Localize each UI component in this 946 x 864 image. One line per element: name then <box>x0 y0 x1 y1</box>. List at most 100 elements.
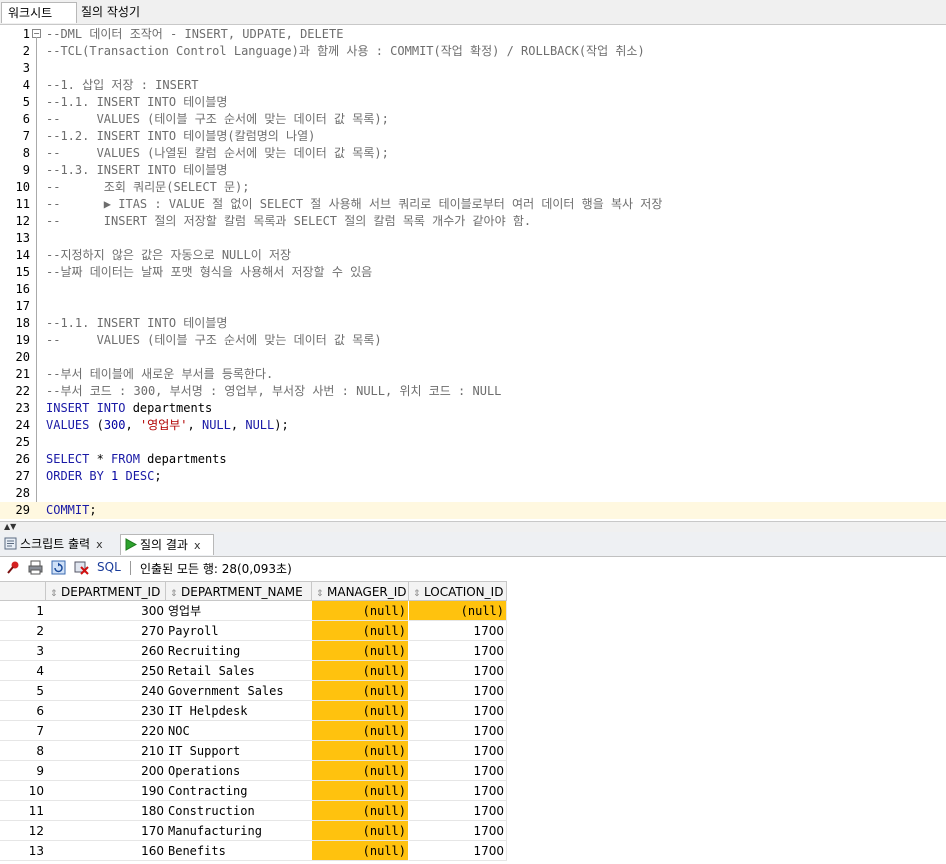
code-line[interactable]: 16 <box>0 281 946 298</box>
code-line[interactable]: 8 -- VALUES (나열된 칼럼 순서에 맞는 데이터 값 목록); <box>0 145 946 162</box>
cell-department-id[interactable]: 220 <box>46 721 166 741</box>
code-line[interactable]: 29 COMMIT; <box>0 502 946 519</box>
cell-department-name[interactable]: NOC <box>166 721 312 741</box>
code-line[interactable]: 18 --1.1. INSERT INTO 테이블명 <box>0 315 946 332</box>
tab-script-output[interactable]: 스크립트 출력 x <box>4 534 116 554</box>
cell-location-id[interactable]: 1700 <box>409 741 507 761</box>
code-line[interactable]: 15 --날짜 데이터는 날짜 포맷 형식을 사용해서 저장할 수 있음 <box>0 264 946 281</box>
cell-manager-id[interactable]: (null) <box>312 661 409 681</box>
cell-manager-id[interactable]: (null) <box>312 741 409 761</box>
cell-department-name[interactable]: Payroll <box>166 621 312 641</box>
code-line[interactable]: 28 <box>0 485 946 502</box>
cell-department-name[interactable]: Government Sales <box>166 681 312 701</box>
code-line[interactable]: 19 -- VALUES (테이블 구조 순서에 맞는 데이터 값 목록) <box>0 332 946 349</box>
cell-department-name[interactable]: 영업부 <box>166 601 312 621</box>
table-row[interactable]: 1 300 영업부 (null) (null) <box>0 601 946 621</box>
code-line[interactable]: 4 --1. 삽입 저장 : INSERT <box>0 77 946 94</box>
table-row[interactable]: 9 200 Operations (null) 1700 <box>0 761 946 781</box>
cell-manager-id[interactable]: (null) <box>312 681 409 701</box>
code-line[interactable]: 9 --1.3. INSERT INTO 테이블명 <box>0 162 946 179</box>
cell-manager-id[interactable]: (null) <box>312 781 409 801</box>
cell-department-name[interactable]: Construction <box>166 801 312 821</box>
column-header-manager-id[interactable]: ⇕ MANAGER_ID <box>312 581 409 601</box>
cell-manager-id[interactable]: (null) <box>312 841 409 861</box>
cell-department-id[interactable]: 250 <box>46 661 166 681</box>
cell-department-id[interactable]: 230 <box>46 701 166 721</box>
table-row[interactable]: 5 240 Government Sales (null) 1700 <box>0 681 946 701</box>
table-row[interactable]: 7 220 NOC (null) 1700 <box>0 721 946 741</box>
cell-manager-id[interactable]: (null) <box>312 821 409 841</box>
code-line[interactable]: 22 --부서 코드 : 300, 부서명 : 영업부, 부서장 사번 : NUL… <box>0 383 946 400</box>
cell-department-id[interactable]: 200 <box>46 761 166 781</box>
cancel-fetch-icon[interactable] <box>74 560 89 575</box>
code-line[interactable]: 2 --TCL(Transaction Control Language)과 함께… <box>0 43 946 60</box>
cell-department-name[interactable]: Contracting <box>166 781 312 801</box>
close-script-output-icon[interactable]: x <box>96 538 103 551</box>
cell-department-name[interactable]: Operations <box>166 761 312 781</box>
code-line[interactable]: 24 VALUES (300, '영업부', NULL, NULL); <box>0 417 946 434</box>
table-row[interactable]: 10 190 Contracting (null) 1700 <box>0 781 946 801</box>
cell-location-id[interactable]: (null) <box>409 601 507 621</box>
code-line[interactable]: 21 --부서 테이블에 새로운 부서를 등록한다. <box>0 366 946 383</box>
cell-manager-id[interactable]: (null) <box>312 641 409 661</box>
cell-department-name[interactable]: Manufacturing <box>166 821 312 841</box>
code-line[interactable]: 25 <box>0 434 946 451</box>
pin-icon[interactable] <box>6 560 21 575</box>
cell-manager-id[interactable]: (null) <box>312 601 409 621</box>
cell-manager-id[interactable]: (null) <box>312 701 409 721</box>
code-line[interactable]: 26 SELECT * FROM departments <box>0 451 946 468</box>
refresh-icon[interactable] <box>51 560 66 575</box>
cell-department-id[interactable]: 270 <box>46 621 166 641</box>
close-query-result-icon[interactable]: x <box>194 539 201 552</box>
cell-department-id[interactable]: 190 <box>46 781 166 801</box>
cell-manager-id[interactable]: (null) <box>312 621 409 641</box>
cell-location-id[interactable]: 1700 <box>409 661 507 681</box>
cell-location-id[interactable]: 1700 <box>409 841 507 861</box>
cell-location-id[interactable]: 1700 <box>409 801 507 821</box>
table-row[interactable]: 8 210 IT Support (null) 1700 <box>0 741 946 761</box>
code-line[interactable]: 3 <box>0 60 946 77</box>
splitter-arrows-icon[interactable]: ▲▼ <box>4 522 16 531</box>
cell-location-id[interactable]: 1700 <box>409 621 507 641</box>
sql-editor[interactable]: − 1 --DML 데이터 조작어 - INSERT, UDPATE, DELET… <box>0 25 946 521</box>
code-line[interactable]: 7 --1.2. INSERT INTO 테이블명(칼럼명의 나열) <box>0 128 946 145</box>
cell-location-id[interactable]: 1700 <box>409 761 507 781</box>
code-line[interactable]: 12 -- INSERT 절의 저장할 칼럼 목록과 SELECT 절의 칼럼 목… <box>0 213 946 230</box>
cell-location-id[interactable]: 1700 <box>409 721 507 741</box>
code-line[interactable]: 10 -- 조회 쿼리문(SELECT 문); <box>0 179 946 196</box>
table-row[interactable]: 6 230 IT Helpdesk (null) 1700 <box>0 701 946 721</box>
code-line[interactable]: 20 <box>0 349 946 366</box>
cell-location-id[interactable]: 1700 <box>409 781 507 801</box>
table-row[interactable]: 4 250 Retail Sales (null) 1700 <box>0 661 946 681</box>
tab-worksheet[interactable]: 워크시트 <box>1 2 77 23</box>
cell-department-id[interactable]: 170 <box>46 821 166 841</box>
cell-department-id[interactable]: 180 <box>46 801 166 821</box>
result-grid[interactable]: ⇕ DEPARTMENT_ID ⇕ DEPARTMENT_NAME ⇕ MANAGER… <box>0 581 946 864</box>
cell-department-id[interactable]: 260 <box>46 641 166 661</box>
cell-department-name[interactable]: IT Helpdesk <box>166 701 312 721</box>
tab-query-result[interactable]: 질의 결과 x <box>120 534 214 555</box>
tab-query-builder[interactable]: 질의 작성기 <box>75 2 146 22</box>
table-row[interactable]: 2 270 Payroll (null) 1700 <box>0 621 946 641</box>
code-line[interactable]: 17 <box>0 298 946 315</box>
print-icon[interactable] <box>28 560 43 575</box>
table-row[interactable]: 11 180 Construction (null) 1700 <box>0 801 946 821</box>
code-line[interactable]: 14 --지정하지 않은 값은 자동으로 NULL이 저장 <box>0 247 946 264</box>
cell-department-name[interactable]: Retail Sales <box>166 661 312 681</box>
table-row[interactable]: 3 260 Recruiting (null) 1700 <box>0 641 946 661</box>
code-line[interactable]: 13 <box>0 230 946 247</box>
cell-manager-id[interactable]: (null) <box>312 721 409 741</box>
sql-button[interactable]: SQL <box>97 560 121 574</box>
cell-location-id[interactable]: 1700 <box>409 641 507 661</box>
cell-department-id[interactable]: 210 <box>46 741 166 761</box>
cell-department-id[interactable]: 160 <box>46 841 166 861</box>
column-header-department-id[interactable]: ⇕ DEPARTMENT_ID <box>46 581 166 601</box>
table-row[interactable]: 13 160 Benefits (null) 1700 <box>0 841 946 861</box>
code-line[interactable]: 1 --DML 데이터 조작어 - INSERT, UDPATE, DELETE <box>0 26 946 43</box>
column-header-location-id[interactable]: ⇕ LOCATION_ID <box>409 581 507 601</box>
code-line[interactable]: 11 -- ▶ ITAS : VALUE 절 없이 SELECT 절 사용해 서브… <box>0 196 946 213</box>
code-line[interactable]: 27 ORDER BY 1 DESC; <box>0 468 946 485</box>
code-line[interactable]: 23 INSERT INTO departments <box>0 400 946 417</box>
cell-location-id[interactable]: 1700 <box>409 701 507 721</box>
column-header-department-name[interactable]: ⇕ DEPARTMENT_NAME <box>166 581 312 601</box>
